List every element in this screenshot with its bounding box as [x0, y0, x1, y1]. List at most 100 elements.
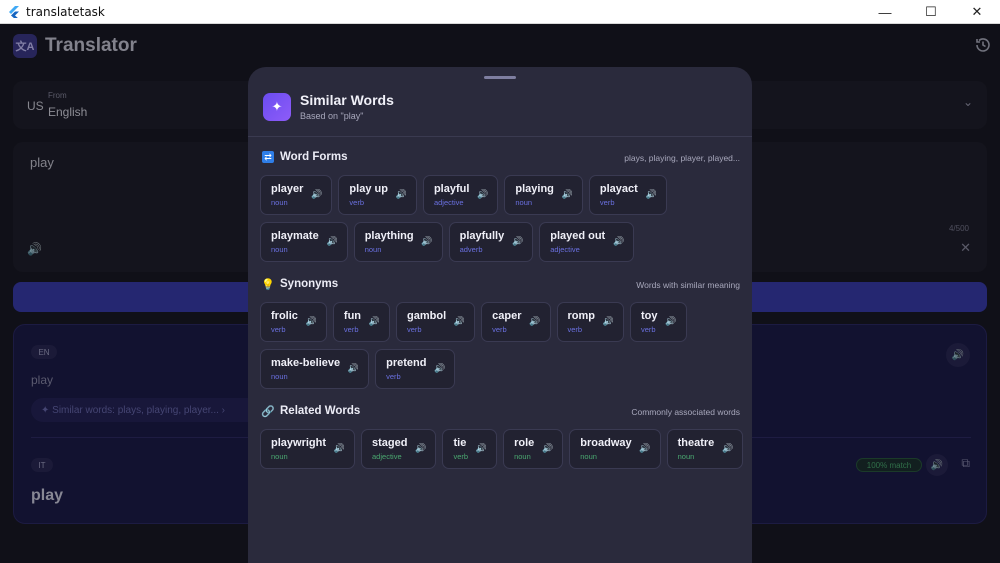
- word-chip[interactable]: playmate noun 🔊: [260, 222, 348, 262]
- speaker-icon[interactable]: 🔊: [603, 316, 614, 327]
- chip-word: staged: [372, 437, 408, 449]
- chip-part-of-speech: noun: [580, 452, 597, 461]
- minimize-button[interactable]: —: [862, 0, 908, 24]
- word-chip[interactable]: frolic verb 🔊: [260, 302, 327, 342]
- shuffle-icon: ⇄: [262, 151, 274, 163]
- chip-word: playful: [433, 183, 470, 195]
- chip-word: play up: [349, 183, 388, 195]
- speaker-icon[interactable]: 🔊: [454, 316, 465, 327]
- section-header-word-forms: ⇄ Word Forms: [262, 151, 348, 163]
- similar-words-sheet: ✦ Similar Words Based on "play" ⇄ Word F…: [248, 67, 752, 563]
- speaker-icon[interactable]: 🔊: [306, 316, 317, 327]
- divider: [248, 136, 752, 137]
- window-titlebar: translatetask — ☐ ✕: [0, 0, 1000, 24]
- chip-part-of-speech: verb: [641, 325, 656, 334]
- section-note: plays, playing, player, played...: [624, 153, 740, 163]
- chip-part-of-speech: adverb: [459, 245, 483, 254]
- section-note: Words with similar meaning: [636, 280, 740, 290]
- word-chip[interactable]: pretend verb 🔊: [375, 349, 456, 389]
- chip-part-of-speech: verb: [349, 198, 365, 207]
- word-chip[interactable]: play up verb 🔊: [338, 175, 417, 215]
- speaker-icon[interactable]: 🔊: [529, 316, 540, 327]
- speaker-icon[interactable]: 🔊: [512, 236, 523, 247]
- chip-word: playact: [599, 183, 638, 195]
- word-chip[interactable]: theatre noun 🔊: [666, 429, 744, 469]
- chip-word: plaything: [364, 230, 414, 242]
- word-chip[interactable]: make-believe noun 🔊: [260, 349, 370, 389]
- chip-part-of-speech: noun: [677, 452, 695, 461]
- chip-word: player: [271, 183, 304, 195]
- word-chip[interactable]: playing noun 🔊: [504, 175, 583, 215]
- speaker-icon[interactable]: 🔊: [562, 189, 573, 200]
- word-chip[interactable]: toy verb 🔊: [630, 302, 687, 342]
- chip-word: frolic: [271, 310, 298, 322]
- word-chip[interactable]: gambol verb 🔊: [396, 302, 476, 342]
- speaker-icon[interactable]: 🔊: [311, 189, 322, 200]
- word-chip[interactable]: playwright noun 🔊: [260, 429, 356, 469]
- sheet-subtitle: Based on "play": [300, 111, 364, 121]
- chip-word: make-believe: [271, 357, 341, 369]
- chip-part-of-speech: noun: [271, 198, 288, 207]
- chip-part-of-speech: verb: [343, 325, 359, 334]
- section-header-related-words: 🔗 Related Words: [261, 405, 360, 418]
- speaker-icon[interactable]: 🔊: [639, 443, 650, 454]
- flutter-icon: [9, 5, 19, 18]
- chip-part-of-speech: noun: [364, 245, 382, 254]
- word-chip[interactable]: playful adjective 🔊: [422, 175, 499, 215]
- chip-part-of-speech: noun: [514, 452, 531, 461]
- sparkle-icon: ✦: [263, 93, 291, 121]
- speaker-icon[interactable]: 🔊: [434, 363, 445, 374]
- word-chip[interactable]: broadway noun 🔊: [569, 429, 661, 469]
- chip-word: broadway: [580, 437, 632, 449]
- word-chip[interactable]: tie verb 🔊: [442, 429, 498, 469]
- chip-part-of-speech: adjective: [550, 245, 580, 254]
- word-chip[interactable]: player noun 🔊: [260, 175, 333, 215]
- word-chip[interactable]: romp verb 🔊: [556, 302, 624, 342]
- chip-word: romp: [567, 310, 596, 322]
- speaker-icon[interactable]: 🔊: [665, 316, 676, 327]
- speaker-icon[interactable]: 🔊: [415, 443, 426, 454]
- speaker-icon[interactable]: 🔊: [646, 189, 657, 200]
- speaker-icon[interactable]: 🔊: [421, 236, 432, 247]
- word-chip[interactable]: staged adjective 🔊: [361, 429, 437, 469]
- speaker-icon[interactable]: 🔊: [722, 443, 733, 454]
- chip-part-of-speech: noun: [515, 198, 533, 207]
- chip-word: playmate: [271, 230, 319, 242]
- chip-word: toy: [641, 310, 658, 322]
- chip-word: fun: [343, 310, 362, 322]
- chips-synonyms: frolic verb 🔊 fun verb 🔊 gambol verb 🔊 caper verb 🔊…: [260, 302, 744, 389]
- close-window-button[interactable]: ✕: [954, 0, 1000, 24]
- word-chip[interactable]: playact verb 🔊: [588, 175, 667, 215]
- word-chip[interactable]: caper verb 🔊: [481, 302, 551, 342]
- speaker-icon[interactable]: 🔊: [476, 443, 487, 454]
- section-title: Synonyms: [280, 278, 339, 290]
- speaker-icon[interactable]: 🔊: [369, 316, 380, 327]
- chip-part-of-speech: verb: [453, 452, 469, 461]
- chip-part-of-speech: adjective: [372, 452, 402, 461]
- chip-word: role: [514, 437, 535, 449]
- chip-word: playfully: [459, 230, 505, 242]
- chip-part-of-speech: verb: [386, 372, 401, 381]
- speaker-icon[interactable]: 🔊: [477, 189, 488, 200]
- chip-part-of-speech: adjective: [433, 198, 464, 207]
- window-controls: — ☐ ✕: [862, 0, 1000, 24]
- sheet-title: Similar Words: [300, 92, 394, 108]
- maximize-button[interactable]: ☐: [908, 0, 954, 24]
- word-chip[interactable]: fun verb 🔊: [332, 302, 391, 342]
- word-chip[interactable]: plaything noun 🔊: [353, 222, 443, 262]
- speaker-icon[interactable]: 🔊: [396, 189, 407, 200]
- speaker-icon[interactable]: 🔊: [613, 236, 624, 247]
- speaker-icon[interactable]: 🔊: [348, 363, 359, 374]
- word-chip[interactable]: playfully adverb 🔊: [448, 222, 534, 262]
- speaker-icon[interactable]: 🔊: [542, 443, 553, 454]
- speaker-icon[interactable]: 🔊: [334, 443, 345, 454]
- chip-word: theatre: [677, 437, 715, 449]
- speaker-icon[interactable]: 🔊: [326, 236, 337, 247]
- chip-part-of-speech: noun: [271, 372, 288, 381]
- chip-part-of-speech: verb: [599, 198, 615, 207]
- chip-word: caper: [492, 310, 522, 322]
- drag-handle[interactable]: [484, 76, 516, 79]
- section-title: Word Forms: [280, 151, 348, 163]
- word-chip[interactable]: played out adjective 🔊: [539, 222, 635, 262]
- word-chip[interactable]: role noun 🔊: [503, 429, 564, 469]
